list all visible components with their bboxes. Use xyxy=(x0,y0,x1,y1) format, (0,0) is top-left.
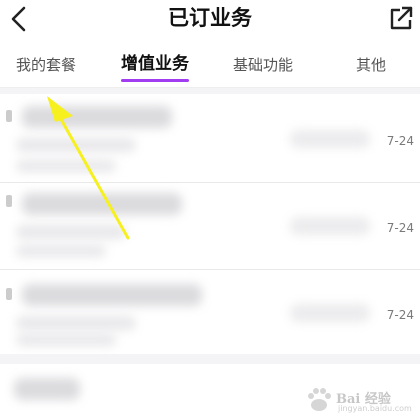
redacted-title xyxy=(22,106,172,128)
active-tab-indicator xyxy=(121,79,189,82)
redacted-line xyxy=(16,160,116,172)
subscription-list: 7-24 7-24 7-24 xyxy=(0,88,420,420)
edge-mark xyxy=(6,288,12,300)
edge-mark xyxy=(6,195,12,207)
paw-logo-icon xyxy=(308,388,331,411)
redacted-date xyxy=(290,217,370,235)
date-suffix: 7-24 xyxy=(386,134,414,148)
redacted-line xyxy=(16,138,136,152)
tab-other[interactable]: 其他 xyxy=(356,52,386,78)
redacted-line xyxy=(16,245,106,257)
watermark-url: jingyan.baidu.com xyxy=(338,404,412,413)
redacted-date xyxy=(290,130,370,148)
date-suffix: 7-24 xyxy=(386,308,414,322)
top-bar: 已订业务 xyxy=(0,0,420,40)
external-share-icon xyxy=(390,6,413,30)
list-item[interactable]: 7-24 xyxy=(0,94,420,182)
page-title: 已订业务 xyxy=(168,6,252,30)
redacted-line xyxy=(16,316,136,330)
edge-mark xyxy=(6,110,12,122)
redacted-title xyxy=(14,378,80,400)
redacted-line xyxy=(16,334,116,346)
tab-value-added[interactable]: 增值业务 xyxy=(121,51,189,77)
tab-my-plan[interactable]: 我的套餐 xyxy=(16,52,76,78)
redacted-title xyxy=(22,193,182,215)
share-button[interactable] xyxy=(386,4,414,34)
tab-basic-functions[interactable]: 基础功能 xyxy=(233,52,293,78)
redacted-line xyxy=(16,225,126,239)
redacted-date xyxy=(290,304,370,322)
tab-bar: 我的套餐 增值业务 基础功能 其他 xyxy=(0,40,420,88)
list-item[interactable]: 7-24 xyxy=(0,183,420,269)
date-suffix: 7-24 xyxy=(386,221,414,235)
list-item[interactable]: 7-24 xyxy=(0,270,420,354)
redacted-title xyxy=(22,284,202,306)
watermark: Bai 经验 jingyan.baidu.com xyxy=(302,386,412,416)
